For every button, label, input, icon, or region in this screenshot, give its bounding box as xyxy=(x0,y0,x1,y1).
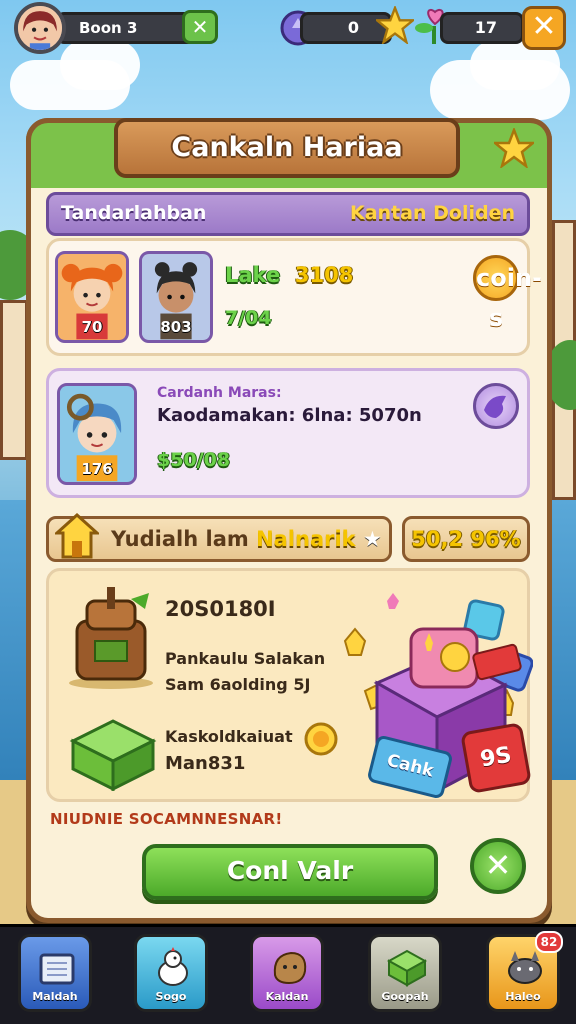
nav-item-3-label: Goopah xyxy=(381,990,429,1003)
reward-line-3: Kaskoldkaiuat xyxy=(165,727,293,746)
currency-1-value: 0 xyxy=(347,18,359,37)
hero-value: $50/08 xyxy=(157,449,231,471)
avatar-face-icon xyxy=(18,6,62,50)
notification-badge: 82 xyxy=(535,931,563,953)
nav-item-0-label: Maldah xyxy=(32,990,78,1003)
nav-item-0[interactable]: Maldah xyxy=(18,934,92,1012)
hero-portrait-1[interactable]: 70 xyxy=(55,251,129,343)
nav-item-4-label: Haleo xyxy=(505,990,541,1003)
reward-box: 20S0180I Pankaulu Salakan Sam 6aolding 5… xyxy=(46,568,534,802)
hero-description: Kaodamakan: 6lna: 5070n xyxy=(157,405,422,426)
confirm-small-button[interactable]: ✕ xyxy=(182,10,218,44)
nav-item-4[interactable]: 82 Haleo xyxy=(486,931,563,1012)
bird-icon xyxy=(484,395,506,418)
stat-secondary-line: 7/04 xyxy=(225,307,272,329)
continue-button[interactable]: Conl Valr xyxy=(142,844,438,900)
warning-text: NIUDNIE SOCAMNNESNAR! xyxy=(50,810,283,828)
round-close-button[interactable]: ✕ xyxy=(470,838,526,894)
currency-2-pill: 17 xyxy=(440,12,524,44)
close-icon: ✕ xyxy=(531,9,557,44)
creature-icon xyxy=(273,951,307,985)
team-card[interactable]: 70 803 Lake 3108 7/04 coin-s xyxy=(46,238,542,356)
hero-card[interactable]: 176 Cardanh Maras: Kaodamakan: 6lna: 507… xyxy=(46,368,530,498)
dialog-title: Cankaln Hariaa xyxy=(114,118,460,178)
stat-label: Lake xyxy=(225,263,281,287)
check-icon: ✕ xyxy=(191,15,209,39)
small-star-icon: ★ xyxy=(362,527,382,551)
hero-action-button[interactable] xyxy=(473,383,519,429)
grass-block-icon xyxy=(386,949,428,987)
nav-item-1[interactable]: Sogo xyxy=(134,934,208,1012)
reward-score: 50,2 96% xyxy=(411,527,521,551)
nav-item-3[interactable]: Goopah xyxy=(368,934,442,1012)
reward-section-header: Yudialh lam Nalnarik ★ xyxy=(46,512,392,562)
stat-line: Lake 3108 xyxy=(225,263,353,287)
house-icon xyxy=(53,512,101,561)
red-badge-label: 9S xyxy=(460,722,532,794)
house-left xyxy=(0,300,28,460)
hero-portrait-1-level: 70 xyxy=(81,318,103,336)
reward-title-highlight: Nalnarik xyxy=(256,527,356,551)
chicken-icon xyxy=(158,947,188,986)
reward-line-2: Sam 6aolding 5J xyxy=(165,675,311,694)
reward-chest-icon: Cahk 9S xyxy=(325,591,534,801)
reward-line-1: Pankaulu Salakan xyxy=(165,649,326,668)
currency-2-value: 17 xyxy=(474,18,497,37)
stat-secondary: 7/04 xyxy=(225,307,272,329)
hero-portrait-3-level: 176 xyxy=(81,460,113,478)
close-top-button[interactable]: ✕ xyxy=(522,6,566,50)
hero-portrait-3[interactable]: 176 xyxy=(57,383,137,485)
player-avatar[interactable] xyxy=(14,2,66,54)
star-icon xyxy=(373,4,417,46)
player-name: Boon 3 xyxy=(79,19,138,37)
player-name-pill[interactable]: Boon 3 xyxy=(56,12,196,44)
section-header-right: Kantan Doliden xyxy=(350,202,515,224)
nav-item-2-label: Kaldan xyxy=(265,990,309,1003)
nav-item-2[interactable]: Kaldan xyxy=(250,934,324,1012)
reward-line-4: Man831 xyxy=(165,753,246,774)
section-header-left: Tandarlahban xyxy=(61,202,207,224)
close-icon: ✕ xyxy=(484,846,512,884)
reward-score-badge: 50,2 96% xyxy=(402,516,530,562)
reward-title: Yudialh lam Nalnarik ★ xyxy=(111,527,382,551)
nav-item-1-label: Sogo xyxy=(155,990,187,1003)
reward-title-plain: Yudialh lam xyxy=(111,527,249,551)
hero-subtitle: Cardanh Maras: xyxy=(157,385,282,401)
hero-portrait-2[interactable]: 803 xyxy=(139,251,213,343)
stat-value: 3108 xyxy=(294,263,354,287)
star-badge-icon[interactable] xyxy=(491,126,537,170)
reward-id: 20S0180I xyxy=(165,597,276,621)
section-header-purple: Tandarlahban Kantan Doliden xyxy=(46,192,530,236)
treasure-backpack-icon xyxy=(61,581,161,691)
hero-portrait-2-level: 803 xyxy=(160,318,192,336)
grass-block-icon xyxy=(63,711,163,792)
coin-action-button[interactable]: coin-s xyxy=(473,255,542,332)
top-bar: Boon 3 ✕ 0 17 ✕ xyxy=(0,0,576,58)
book-icon xyxy=(39,953,75,985)
